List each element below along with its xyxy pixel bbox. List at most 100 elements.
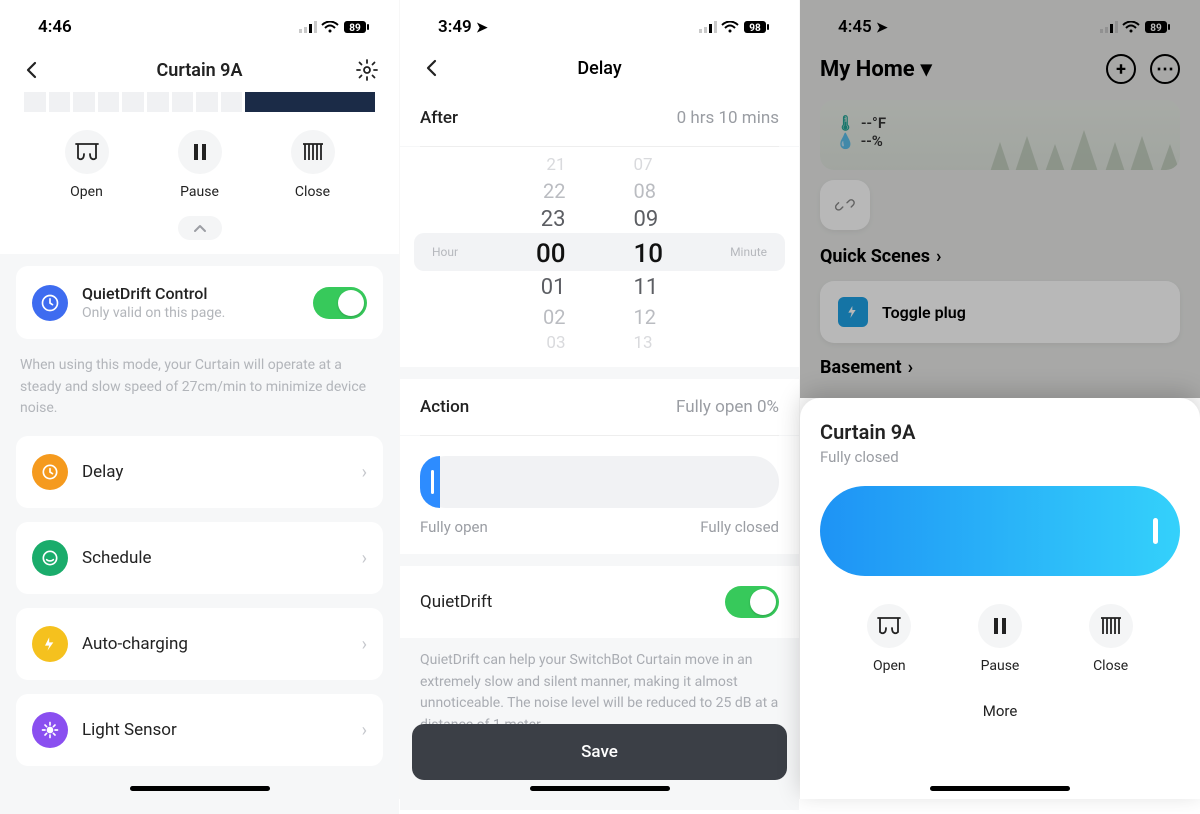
status-bar: 4:46 89 <box>0 0 399 44</box>
quietdrift-icon <box>32 285 68 321</box>
add-button[interactable]: + <box>1106 54 1136 84</box>
weather-card[interactable]: 🌡--°F 💧--% <box>820 100 1180 170</box>
close-label: Close <box>1093 658 1128 674</box>
picker-minute-selected[interactable]: 10 <box>634 235 664 273</box>
basement-section-header[interactable]: Basement › <box>800 357 1200 384</box>
action-section: Action Fully open 0% <box>400 379 799 435</box>
cellular-icon <box>1100 21 1118 33</box>
home-indicator[interactable] <box>930 786 1070 791</box>
curtain-close-icon <box>301 141 325 163</box>
home-indicator[interactable] <box>530 786 670 791</box>
scene-icon <box>838 297 868 327</box>
curtain-open-icon <box>876 615 902 637</box>
trees-decoration <box>970 112 1180 170</box>
more-menu-button[interactable]: ⋯ <box>1150 54 1180 84</box>
screen-curtain-detail: 4:46 89 Curtain 9A Open Pause Close <box>0 0 400 799</box>
time-picker[interactable]: Hour Minute 2107 2208 2309 0010 0111 021… <box>400 147 799 367</box>
settings-list: QuietDrift Control Only valid on this pa… <box>0 254 399 814</box>
home-indicator[interactable] <box>130 786 270 791</box>
close-button[interactable]: Close <box>1089 604 1133 674</box>
chevron-right-icon: › <box>362 462 367 483</box>
quick-scenes-header[interactable]: Quick Scenes › <box>800 246 1200 267</box>
status-time: 3:49 ➤ <box>438 17 488 37</box>
quietdrift-title: QuietDrift Control <box>82 284 313 303</box>
battery-icon: 98 <box>743 20 771 34</box>
cellular-icon <box>699 21 717 33</box>
dimmed-background: 4:45 ➤ 89 My Home ▾ + ⋯ 🌡--°F 💧--% Quick… <box>800 0 1200 398</box>
chevron-right-icon: › <box>362 720 367 741</box>
light-sensor-label: Light Sensor <box>82 720 362 740</box>
broken-link-card[interactable] <box>820 180 870 230</box>
back-button[interactable] <box>20 58 44 82</box>
more-button[interactable]: More <box>820 684 1180 728</box>
pause-label: Pause <box>981 658 1020 674</box>
curtain-position-strip <box>24 92 375 112</box>
position-slider[interactable] <box>420 456 779 508</box>
light-sensor-icon <box>32 712 68 748</box>
status-right: 98 <box>699 20 771 34</box>
action-value: Fully open 0% <box>676 397 779 417</box>
row-light-sensor[interactable]: Light Sensor › <box>16 694 383 766</box>
open-button[interactable]: Open <box>867 604 911 674</box>
close-button[interactable]: Close <box>291 130 335 200</box>
battery-icon: 89 <box>343 20 371 34</box>
schedule-label: Schedule <box>82 548 362 568</box>
delay-label: Delay <box>82 462 362 482</box>
scene-toggle-plug[interactable]: Toggle plug <box>820 281 1180 343</box>
curtain-close-icon <box>1099 615 1123 637</box>
status-right: 89 <box>1100 20 1172 34</box>
cellular-icon <box>299 21 317 33</box>
open-label: Open <box>873 658 906 674</box>
humidity-icon: 💧 <box>836 132 855 150</box>
after-label: After <box>420 108 458 128</box>
auto-charging-icon <box>32 626 68 662</box>
close-label: Close <box>295 184 330 200</box>
row-auto-charging[interactable]: Auto-charging › <box>16 608 383 680</box>
svg-text:89: 89 <box>1150 23 1162 34</box>
control-row: Open Pause Close <box>0 112 399 210</box>
chevron-right-icon: › <box>936 246 941 267</box>
page-title: Delay <box>420 58 779 79</box>
wifi-icon <box>721 21 739 33</box>
chevron-right-icon: › <box>362 548 367 569</box>
wifi-icon <box>1122 21 1140 33</box>
page-title: Curtain 9A <box>157 60 243 81</box>
quietdrift-subtitle: Only valid on this page. <box>82 305 313 321</box>
slider-knob[interactable] <box>420 456 440 508</box>
schedule-icon <box>32 540 68 576</box>
status-bar: 3:49 ➤ 98 <box>400 0 799 44</box>
sheet-status: Fully closed <box>820 448 1180 466</box>
broken-link-icon <box>833 193 857 217</box>
pause-button[interactable]: Pause <box>978 604 1022 674</box>
quietdrift-hint: When using this mode, your Curtain will … <box>16 339 383 436</box>
curtain-open-icon <box>74 141 100 163</box>
row-schedule[interactable]: Schedule › <box>16 522 383 594</box>
position-slider[interactable] <box>820 486 1180 576</box>
open-button[interactable]: Open <box>65 130 109 200</box>
svg-text:89: 89 <box>349 23 361 34</box>
temp-value: --°F <box>861 114 886 132</box>
auto-charging-label: Auto-charging <box>82 634 362 654</box>
action-label: Action <box>420 397 469 417</box>
quietdrift-toggle[interactable] <box>725 586 779 618</box>
pause-label: Pause <box>180 184 219 200</box>
quietdrift-label: QuietDrift <box>420 592 492 612</box>
picker-hour-selected[interactable]: 00 <box>536 235 566 273</box>
chevron-down-icon: ▾ <box>921 57 932 82</box>
sheet-title: Curtain 9A <box>820 420 1180 444</box>
home-title-dropdown[interactable]: My Home ▾ <box>820 57 932 82</box>
collapse-controls[interactable] <box>0 210 399 254</box>
save-button[interactable]: Save <box>412 724 787 780</box>
row-delay[interactable]: Delay › <box>16 436 383 508</box>
pause-button[interactable]: Pause <box>178 130 222 200</box>
slider-left-label: Fully open <box>420 518 488 536</box>
status-right: 89 <box>299 20 371 34</box>
settings-gear-icon[interactable] <box>355 58 379 82</box>
location-icon: ➤ <box>476 20 488 36</box>
curtain-quick-sheet: Curtain 9A Fully closed Open Pause Close… <box>800 398 1200 799</box>
control-row: Open Pause Close <box>820 576 1180 684</box>
wifi-icon <box>321 21 339 33</box>
chevron-up-icon <box>193 223 207 233</box>
screen-delay: 3:49 ➤ 98 Delay After 0 hrs 10 mins Hour… <box>400 0 800 799</box>
quietdrift-toggle[interactable] <box>313 287 367 319</box>
